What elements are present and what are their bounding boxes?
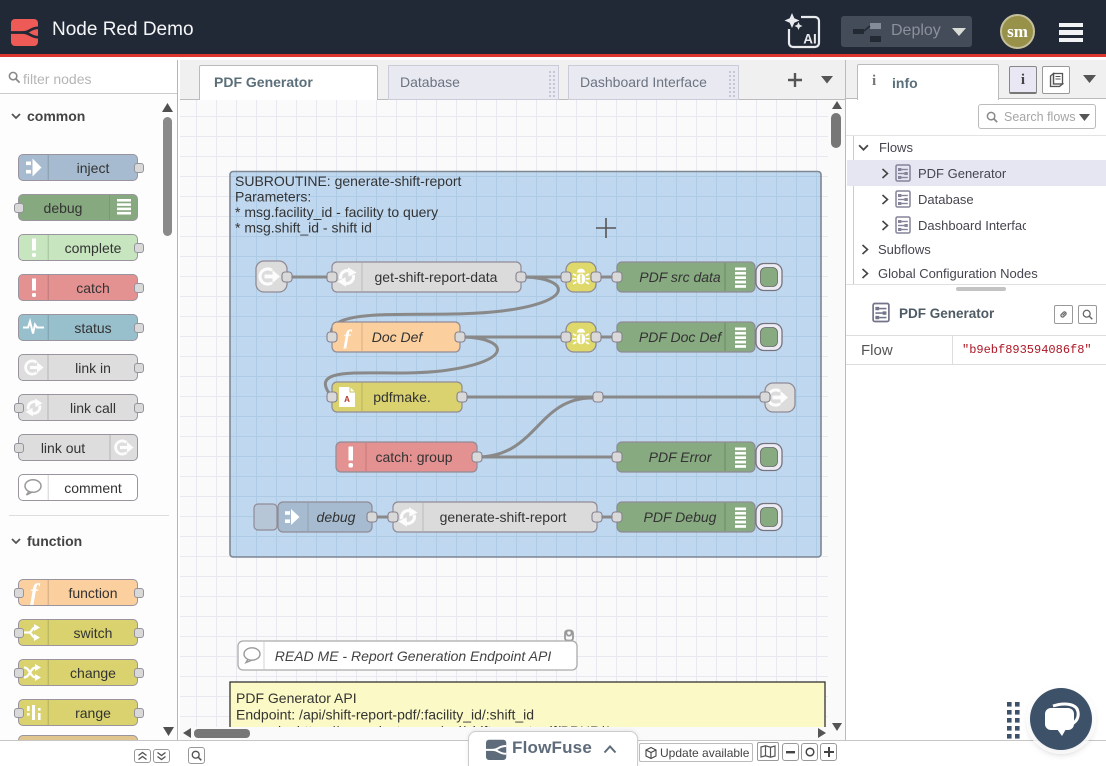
svg-text:catch: group: catch: group [375,449,452,465]
svg-text:pdfmake.: pdfmake. [373,389,431,405]
svg-text:PDF Debug: PDF Debug [644,509,717,525]
svg-text:Parameters:: Parameters: [235,189,311,205]
svg-text:f: f [30,580,41,605]
svg-text:Endpoint: /api/shift-report-pd: Endpoint: /api/shift-report-pdf/:facilit… [236,707,534,723]
svg-text:example: https://<your-instanc: example: https://<your-instance>/api/shi… [236,723,612,727]
svg-text:READ ME - Report Generation En: READ ME - Report Generation Endpoint API [275,648,552,664]
svg-text:PDF Doc Def: PDF Doc Def [639,329,723,345]
svg-text:AI: AI [803,32,817,47]
svg-text:* msg.shift_id - shift id: * msg.shift_id - shift id [235,220,372,236]
svg-text:debug: debug [317,509,356,525]
svg-text:* msg.facility_id - facility t: * msg.facility_id - facility to query [235,204,438,220]
svg-text:get-shift-report-data: get-shift-report-data [375,269,498,285]
svg-text:PDF Error: PDF Error [649,449,713,465]
svg-text:Doc Def: Doc Def [372,329,425,345]
svg-text:A: A [344,395,350,404]
svg-text:PDF src data: PDF src data [639,269,721,285]
svg-text:generate-shift-report: generate-shift-report [440,509,567,525]
svg-text:SUBROUTINE: generate-shift-rep: SUBROUTINE: generate-shift-report [235,173,462,189]
svg-text:PDF Generator API: PDF Generator API [236,690,357,706]
